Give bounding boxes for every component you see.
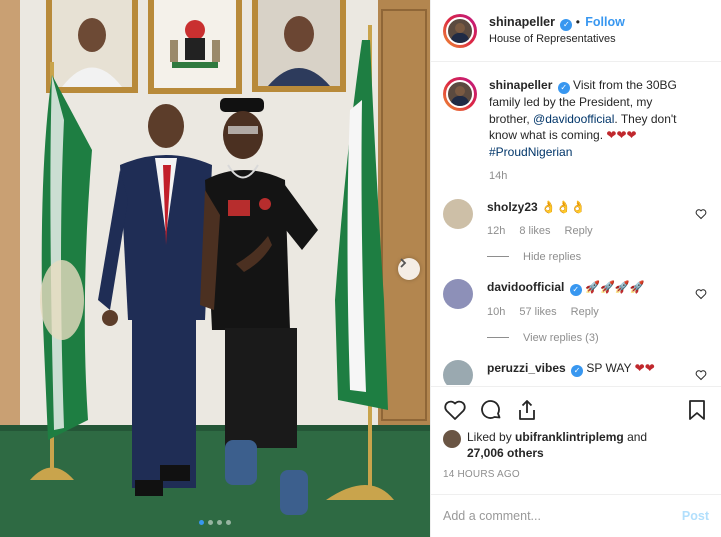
bookmark-icon[interactable]: [685, 398, 709, 422]
portrait-frame-left: [46, 0, 138, 93]
author-avatar[interactable]: [443, 13, 477, 48]
comment-body: sholzy23 👌👌👌 12h 8 likes Reply Hide repl…: [487, 199, 709, 266]
verified-badge-icon: ✓: [571, 365, 584, 377]
next-photo-button[interactable]: [398, 258, 420, 280]
comment-item: davidoofficial ✓ 🚀🚀🚀🚀 10h 57 likes Reply…: [443, 279, 709, 346]
reply-button[interactable]: Reply: [571, 304, 599, 321]
reply-button[interactable]: Reply: [565, 223, 593, 240]
carousel-dot: [199, 520, 204, 525]
comment-likes-count[interactable]: 8 likes: [519, 223, 550, 240]
post-header: shinapeller ✓ • Follow House of Represen…: [431, 0, 721, 62]
likes-conjunction: and: [627, 430, 648, 444]
separator-dot: •: [575, 15, 580, 29]
liker-avatar[interactable]: [443, 430, 461, 448]
carousel-dot: [217, 520, 222, 525]
toggle-replies-button[interactable]: Hide replies: [487, 249, 689, 266]
like-comment-heart-icon[interactable]: [695, 288, 707, 300]
likes-prefix: Liked by: [467, 430, 512, 444]
carousel-dot: [208, 520, 213, 525]
comment-item: peruzzi_vibes ✓ SP WAY ❤❤: [443, 360, 709, 385]
comment-username[interactable]: peruzzi_vibes: [487, 361, 566, 375]
comment-input[interactable]: [443, 509, 682, 523]
comments-list[interactable]: shinapeller ✓ Visit from the 30BG family…: [431, 63, 721, 385]
post-actions: Liked by ubifranklintriplemg and 27,006 …: [431, 386, 721, 480]
comment-hearts: ❤❤: [634, 361, 655, 375]
caption-mention-link[interactable]: @davidoofficial: [533, 112, 614, 126]
comment-icon[interactable]: [479, 398, 503, 422]
heart-icon[interactable]: [443, 398, 467, 422]
caption: shinapeller ✓ Visit from the 30BG family…: [443, 77, 709, 185]
view-replies-button[interactable]: View replies (3): [487, 330, 689, 347]
add-comment-bar: Post: [431, 494, 721, 537]
verified-badge-icon: ✓: [569, 284, 582, 296]
comment-item: sholzy23 👌👌👌 12h 8 likes Reply Hide repl…: [443, 198, 709, 266]
photo-illustration: [0, 0, 430, 537]
comment-avatar[interactable]: [443, 198, 473, 229]
chevron-right-icon: [400, 258, 407, 268]
caption-time[interactable]: 14h: [489, 168, 507, 185]
caption-avatar[interactable]: [443, 77, 477, 111]
comment-avatar[interactable]: [443, 279, 473, 309]
comment-avatar[interactable]: [443, 360, 473, 385]
comment-time[interactable]: 10h: [487, 304, 505, 321]
verified-badge-icon: ✓: [557, 82, 570, 94]
comment-text: 👌👌👌: [541, 199, 586, 214]
action-bar: [443, 397, 709, 423]
like-comment-heart-icon[interactable]: [695, 369, 707, 381]
comment-body: davidoofficial ✓ 🚀🚀🚀🚀 10h 57 likes Reply…: [487, 279, 709, 346]
author-username[interactable]: shinapeller: [489, 15, 555, 29]
likes-count[interactable]: 27,006 others: [467, 446, 544, 460]
coat-of-arms-frame: [148, 0, 242, 94]
comment-text: SP WAY: [586, 361, 632, 375]
post-header-text: shinapeller ✓ • Follow House of Represen…: [489, 14, 625, 47]
post-viewer: shinapeller ✓ • Follow House of Represen…: [0, 0, 721, 537]
comment-likes-count[interactable]: 57 likes: [519, 304, 556, 321]
follow-button[interactable]: Follow: [585, 15, 625, 29]
post-location[interactable]: House of Representatives: [489, 31, 625, 47]
post-photo[interactable]: [0, 0, 430, 537]
post-timestamp[interactable]: 14 HOURS AGO: [443, 469, 709, 480]
post-side-panel: shinapeller ✓ • Follow House of Represen…: [430, 0, 721, 537]
comment-username[interactable]: davidoofficial: [487, 280, 564, 294]
comment-body: peruzzi_vibes ✓ SP WAY ❤❤: [487, 360, 709, 385]
caption-body: shinapeller ✓ Visit from the 30BG family…: [489, 77, 709, 185]
likes-summary: Liked by ubifranklintriplemg and 27,006 …: [443, 429, 709, 461]
share-icon[interactable]: [515, 398, 539, 422]
comment-username[interactable]: sholzy23: [487, 200, 538, 214]
post-comment-button[interactable]: Post: [682, 509, 709, 523]
verified-badge-icon: ✓: [560, 19, 573, 31]
liker-username[interactable]: ubifranklintriplemg: [515, 430, 624, 444]
like-comment-heart-icon[interactable]: [695, 208, 707, 220]
caption-hearts: ❤❤❤: [606, 128, 637, 142]
carousel-dot: [226, 520, 231, 525]
caption-username[interactable]: shinapeller: [489, 78, 552, 92]
comment-text: 🚀🚀🚀🚀: [585, 280, 645, 294]
portrait-frame-right: [252, 0, 346, 92]
comment-time[interactable]: 12h: [487, 223, 505, 240]
caption-hashtag-link[interactable]: #ProudNigerian: [489, 145, 572, 159]
likes-text: Liked by ubifranklintriplemg and 27,006 …: [467, 429, 647, 461]
carousel-indicator: [0, 520, 430, 525]
